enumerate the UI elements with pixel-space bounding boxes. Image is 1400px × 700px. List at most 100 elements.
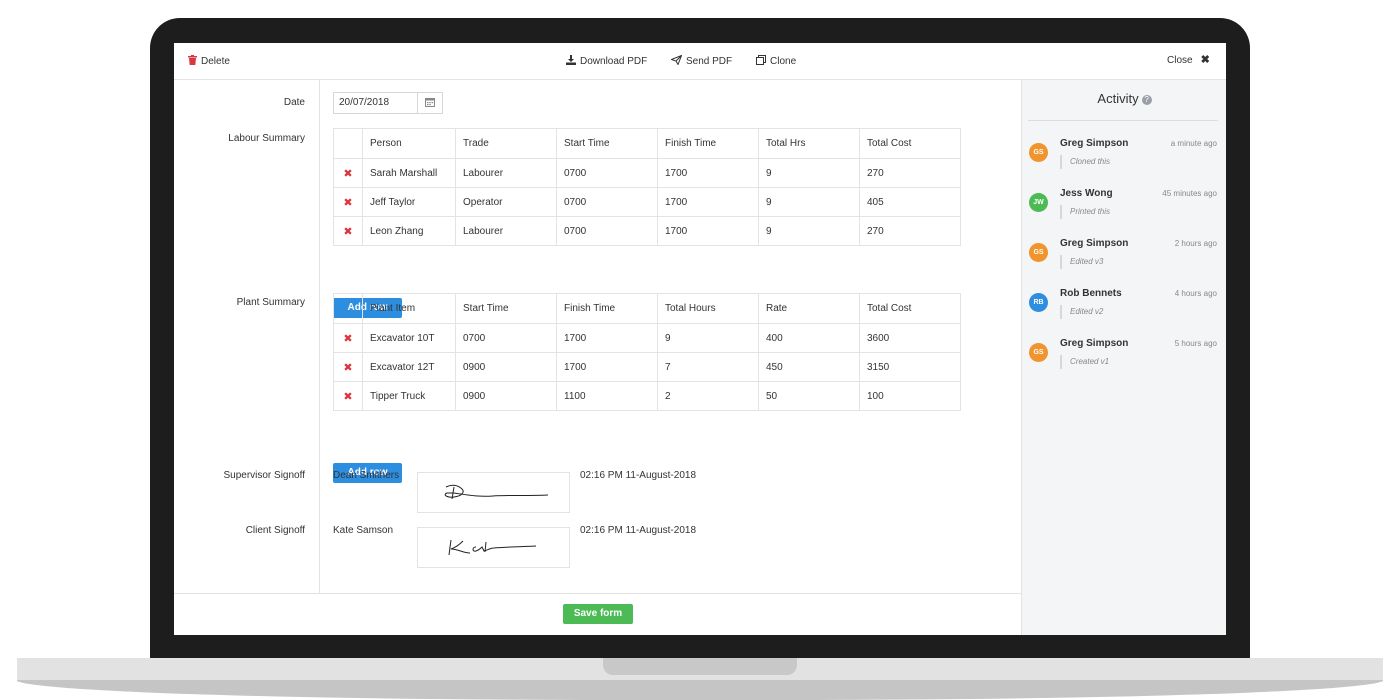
table-cell[interactable]: 0700 (556, 216, 658, 246)
download-pdf-button[interactable]: Download PDF (566, 55, 647, 68)
activity-title: Activity? (1022, 91, 1226, 106)
avatar: GS (1029, 343, 1048, 362)
table-cell[interactable]: 50 (758, 381, 860, 411)
table-cell[interactable]: Labourer (455, 216, 557, 246)
table-cell[interactable]: Labourer (455, 158, 557, 188)
client-name: Kate Samson (333, 525, 394, 536)
avatar: JW (1029, 193, 1048, 212)
table-cell[interactable]: 405 (859, 187, 961, 217)
table-header-blank (333, 293, 363, 324)
table-header: Total Hours (657, 293, 759, 324)
table-row: ✖ Tipper Truck 0900 1100 2 50 100 (333, 381, 961, 411)
table-header-row: Person Trade Start Time Finish Time Tota… (333, 128, 961, 159)
table-cell[interactable]: 0900 (455, 381, 557, 411)
table-cell[interactable]: Tipper Truck (362, 381, 456, 411)
table-row: ✖ Jeff Taylor Operator 0700 1700 9 405 (333, 187, 961, 217)
table-cell[interactable]: 9 (758, 158, 860, 188)
table-cell[interactable]: Jeff Taylor (362, 187, 456, 217)
activity-item: GS Greg Simpson 5 hours ago Created v1 (1022, 338, 1226, 393)
plant-summary-label: Plant Summary (236, 297, 305, 308)
delete-row-icon[interactable]: ✖ (333, 187, 363, 217)
table-cell[interactable]: 3600 (859, 323, 961, 353)
calendar-icon[interactable] (418, 97, 442, 110)
table-cell[interactable]: 1700 (556, 352, 658, 382)
table-cell[interactable]: 1100 (556, 381, 658, 411)
table-cell[interactable]: 100 (859, 381, 961, 411)
delete-row-icon[interactable]: ✖ (333, 352, 363, 382)
activity-divider (1028, 120, 1218, 121)
clone-button[interactable]: Clone (756, 55, 796, 68)
table-cell[interactable]: Sarah Marshall (362, 158, 456, 188)
table-cell[interactable]: Excavator 10T (362, 323, 456, 353)
activity-item: JW Jess Wong 45 minutes ago Printed this (1022, 188, 1226, 243)
close-icon: ✖ (1200, 54, 1210, 66)
activity-user: Greg Simpson (1060, 138, 1129, 149)
table-cell[interactable]: 450 (758, 352, 860, 382)
label-column: Date Labour Summary Plant Summary Superv… (174, 80, 320, 593)
plant-table: Plant Item Start Time Finish Time Total … (333, 293, 961, 411)
delete-row-icon[interactable]: ✖ (333, 323, 363, 353)
activity-user: Jess Wong (1060, 188, 1113, 199)
avatar: GS (1029, 243, 1048, 262)
table-cell[interactable]: Excavator 12T (362, 352, 456, 382)
activity-note: Cloned this (1060, 155, 1110, 169)
table-header: Total Cost (859, 293, 961, 324)
laptop-notch (603, 658, 797, 675)
activity-item: RB Rob Bennets 4 hours ago Edited v2 (1022, 288, 1226, 343)
table-cell[interactable]: 0700 (556, 158, 658, 188)
delete-row-icon[interactable]: ✖ (333, 216, 363, 246)
activity-note: Printed this (1060, 205, 1110, 219)
table-cell[interactable]: 3150 (859, 352, 961, 382)
table-cell[interactable]: 1700 (657, 216, 759, 246)
table-cell[interactable]: 9 (758, 187, 860, 217)
table-cell[interactable]: Leon Zhang (362, 216, 456, 246)
trash-icon (188, 55, 197, 68)
send-pdf-button[interactable]: Send PDF (670, 54, 732, 68)
table-cell[interactable]: 0900 (455, 352, 557, 382)
activity-item: GS Greg Simpson 2 hours ago Edited v3 (1022, 238, 1226, 293)
supervisor-signature[interactable] (417, 472, 570, 513)
table-cell[interactable]: Operator (455, 187, 557, 217)
activity-user: Greg Simpson (1060, 238, 1129, 249)
table-header: Finish Time (556, 293, 658, 324)
table-cell[interactable]: 1700 (657, 158, 759, 188)
client-signoff-time: 02:16 PM 11-August-2018 (580, 525, 697, 536)
table-cell[interactable]: 9 (758, 216, 860, 246)
delete-button[interactable]: Delete (188, 55, 230, 68)
table-header: Finish Time (657, 128, 759, 159)
activity-note: Edited v2 (1060, 305, 1103, 319)
form-area: Date Labour Summary Plant Summary Superv… (174, 80, 1021, 593)
date-input[interactable]: 20/07/2018 (334, 93, 418, 113)
table-cell[interactable]: 2 (657, 381, 759, 411)
table-cell[interactable]: 400 (758, 323, 860, 353)
table-cell[interactable]: 1700 (657, 187, 759, 217)
table-header: Plant Item (362, 293, 456, 324)
table-cell[interactable]: 0700 (455, 323, 557, 353)
activity-panel: Activity? GS Greg Simpson a minute ago C… (1021, 80, 1226, 635)
paper-plane-icon (670, 54, 683, 68)
client-signature[interactable] (417, 527, 570, 568)
save-form-button[interactable]: Save form (563, 604, 633, 624)
delete-row-icon[interactable]: ✖ (333, 381, 363, 411)
help-icon[interactable]: ? (1141, 95, 1152, 105)
activity-user: Rob Bennets (1060, 288, 1122, 299)
table-cell[interactable]: 270 (859, 158, 961, 188)
delete-row-icon[interactable]: ✖ (333, 158, 363, 188)
date-field[interactable]: 20/07/2018 (333, 92, 443, 114)
table-row: ✖ Leon Zhang Labourer 0700 1700 9 270 (333, 216, 961, 246)
clone-label: Clone (770, 56, 797, 67)
table-cell[interactable]: 9 (657, 323, 759, 353)
table-cell[interactable]: 270 (859, 216, 961, 246)
activity-user: Greg Simpson (1060, 338, 1129, 349)
table-header: Person (362, 128, 456, 159)
app-screen: Delete Download PDF Send PDF Clone Close… (174, 43, 1226, 635)
table-cell[interactable]: 7 (657, 352, 759, 382)
close-button[interactable]: Close ✖ (1167, 54, 1210, 67)
table-header-row: Plant Item Start Time Finish Time Total … (333, 293, 961, 324)
download-icon (566, 55, 576, 68)
avatar: RB (1029, 293, 1048, 312)
labour-table: Person Trade Start Time Finish Time Tota… (333, 128, 961, 246)
table-cell[interactable]: 1700 (556, 323, 658, 353)
table-cell[interactable]: 0700 (556, 187, 658, 217)
labour-summary-label: Labour Summary (228, 133, 305, 144)
